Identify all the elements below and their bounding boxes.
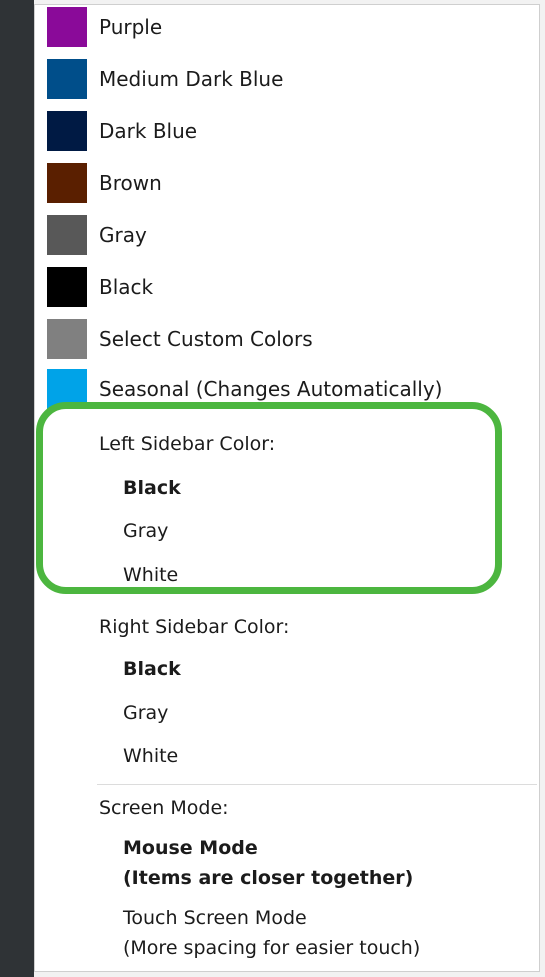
color-item-label: Dark Blue [99,119,198,143]
screen-mode-option-touch[interactable]: Touch Screen Mode (More spacing for easi… [123,903,420,963]
left-sidebar-strip [0,0,34,977]
left-sidebar-option-black[interactable]: Black [123,477,181,499]
color-swatch [47,59,87,99]
color-item-label: Medium Dark Blue [99,67,284,91]
screen-mode-title: Screen Mode: [99,797,229,819]
color-swatch [47,7,87,47]
right-sidebar-option-black[interactable]: Black [123,658,181,680]
color-swatch [47,319,87,359]
screen-mode-option-mouse[interactable]: Mouse Mode (Items are closer together) [123,833,413,893]
left-sidebar-option-white[interactable]: White [123,564,178,586]
color-item-brown[interactable]: Brown [47,163,527,203]
color-item-dark-blue[interactable]: Dark Blue [47,111,527,151]
color-item-label: Gray [99,223,147,247]
color-item-purple[interactable]: Purple [47,7,527,47]
color-item-seasonal[interactable]: Seasonal (Changes Automatically) [47,369,527,409]
touch-mode-description: (More spacing for easier touch) [123,937,421,959]
color-item-label: Select Custom Colors [99,327,313,351]
menu-divider [97,784,537,785]
right-sidebar-color-title: Right Sidebar Color: [99,616,290,638]
mouse-mode-label: Mouse Mode [123,837,258,859]
color-swatch [47,163,87,203]
color-menu: Purple Medium Dark Blue Dark Blue Brown … [34,4,540,972]
left-sidebar-color-title: Left Sidebar Color: [99,433,276,455]
color-swatch [47,267,87,307]
color-swatch [47,111,87,151]
color-item-black[interactable]: Black [47,267,527,307]
mouse-mode-description: (Items are closer together) [123,867,414,889]
color-item-medium-dark-blue[interactable]: Medium Dark Blue [47,59,527,99]
color-item-label: Purple [99,15,163,39]
color-item-select-custom-colors[interactable]: Select Custom Colors [47,319,527,359]
touch-mode-label: Touch Screen Mode [123,907,307,929]
color-swatch [47,215,87,255]
left-sidebar-option-gray[interactable]: Gray [123,520,168,542]
color-item-label: Seasonal (Changes Automatically) [99,377,443,401]
color-swatch [47,369,87,409]
color-item-label: Brown [99,171,162,195]
color-item-gray[interactable]: Gray [47,215,527,255]
color-item-label: Black [99,275,154,299]
right-sidebar-option-gray[interactable]: Gray [123,702,168,724]
right-sidebar-option-white[interactable]: White [123,745,178,767]
